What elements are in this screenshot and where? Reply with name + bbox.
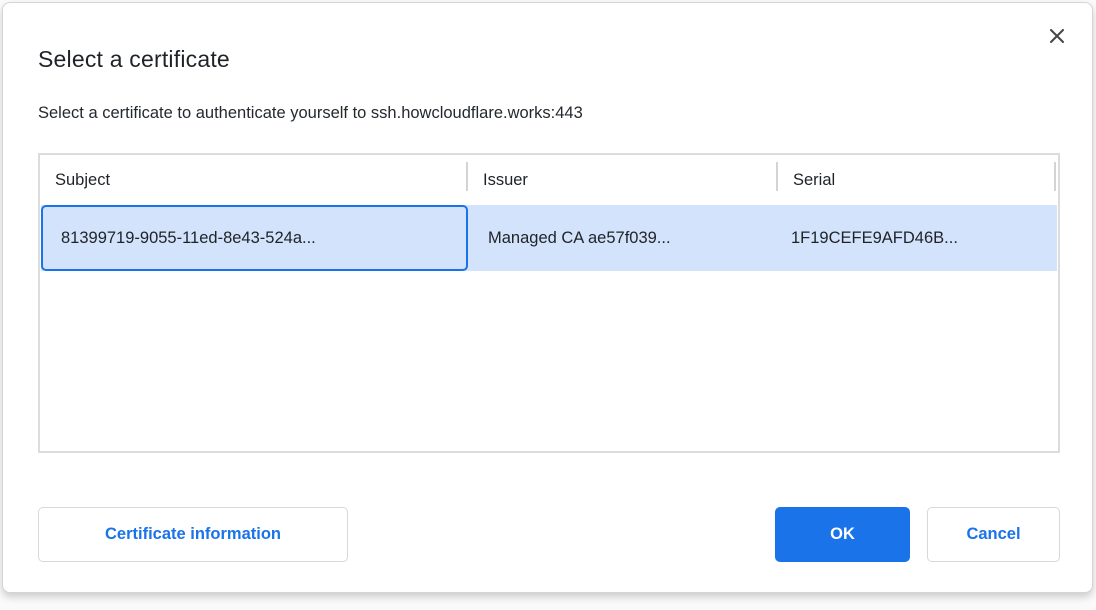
dialog-subtitle: Select a certificate to authenticate you… [38, 104, 583, 123]
certificate-information-button[interactable]: Certificate information [38, 507, 348, 562]
column-header-subject: Subject [55, 155, 110, 205]
ok-button[interactable]: OK [775, 507, 910, 562]
close-button[interactable] [1044, 23, 1070, 49]
column-header-issuer: Issuer [483, 155, 528, 205]
certificate-select-dialog: Select a certificate Select a certificat… [2, 2, 1093, 593]
close-icon [1047, 26, 1067, 46]
table-header: Subject Issuer Serial [40, 155, 1058, 205]
cell-issuer[interactable]: Managed CA ae57f039... [488, 205, 773, 271]
certificate-row-selected[interactable]: 81399719-9055-11ed-8e43-524a... Managed … [41, 205, 1057, 271]
column-divider [466, 162, 468, 191]
column-divider [1054, 162, 1056, 191]
column-header-serial: Serial [793, 155, 835, 205]
cancel-button[interactable]: Cancel [927, 507, 1060, 562]
cell-subject[interactable]: 81399719-9055-11ed-8e43-524a... [61, 205, 461, 271]
dialog-title: Select a certificate [38, 46, 230, 73]
certificate-table: Subject Issuer Serial 81399719-9055-11ed… [38, 153, 1060, 453]
column-divider [776, 162, 778, 191]
cell-serial[interactable]: 1F19CEFE9AFD46B... [791, 205, 1051, 271]
